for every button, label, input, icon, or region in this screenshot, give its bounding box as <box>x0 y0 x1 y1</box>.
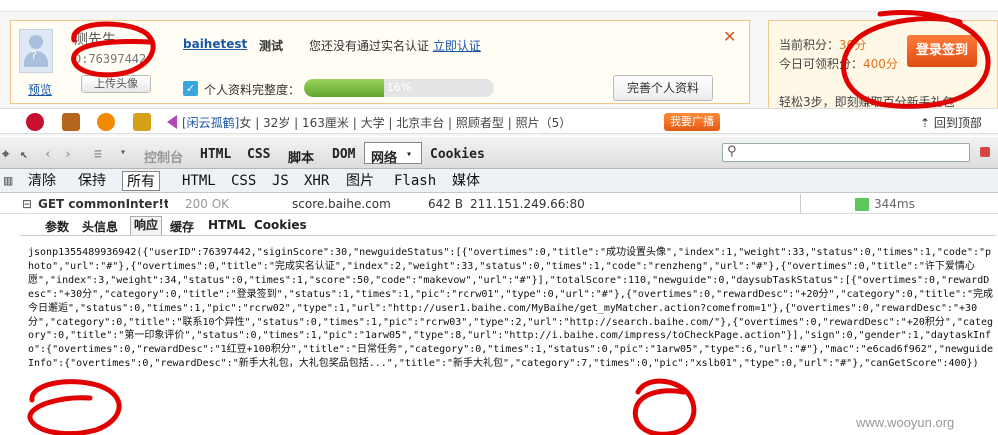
vip-icon[interactable] <box>133 113 151 131</box>
points-panel: 当前积分：30分 今日可领积分：400分 登录签到 轻松3步，即刻赚取百分新手礼… <box>768 20 998 112</box>
prev-arrow-icon[interactable] <box>167 115 177 129</box>
back-icon[interactable]: ‹ <box>44 147 52 162</box>
member-name[interactable]: [闲云孤鹤] <box>182 116 239 130</box>
response-body: jsonp1355489936942({"userID":76397442,"s… <box>20 235 996 435</box>
firebug-panel: ⌖ ↖ ‹ › ≡ ▾ 控制台 HTML CSS 脚本 DOM 网络 ▾ Coo… <box>0 137 998 435</box>
orange-badge-icon[interactable] <box>97 113 115 131</box>
tab-html[interactable]: HTML <box>200 147 231 162</box>
tab-net[interactable]: 网络 <box>371 147 397 166</box>
verify-text: 您还没有通过实名认证 <box>309 39 430 53</box>
tab-script[interactable]: 脚本 <box>288 147 314 166</box>
timing-bar <box>855 198 869 211</box>
forward-icon[interactable]: › <box>64 147 72 162</box>
filter-js[interactable]: JS <box>268 171 293 191</box>
progress-percent: 16% <box>386 81 412 94</box>
tab-console[interactable]: 控制台 <box>144 147 183 166</box>
profile-panel: ? 预览 测先生 D:76397442 上传头像 baihetest 测试 您还… <box>10 20 750 104</box>
member-info: [闲云孤鹤]女 | 32岁 | 163厘米 | 大学 | 北京丰台 | 照顾者型… <box>182 114 571 131</box>
tab-cookies[interactable]: Cookies <box>430 147 485 162</box>
user-type: 测试 <box>259 39 284 53</box>
tab-dom[interactable]: DOM <box>332 147 355 162</box>
today-points-label: 今日可领积分： <box>779 57 864 71</box>
request-time: 344ms <box>874 197 915 211</box>
heart-icon[interactable] <box>26 113 44 131</box>
avatar-head-shape <box>29 35 43 49</box>
completeness-label: 个人资料完整度： <box>204 83 301 97</box>
member-strip: [闲云孤鹤]女 | 32岁 | 163厘米 | 大学 | 北京丰台 | 照顾者型… <box>0 108 998 134</box>
crown-icon[interactable] <box>62 113 80 131</box>
current-points-label: 当前积分： <box>779 38 840 52</box>
filter-clear[interactable]: 清除 <box>24 171 60 191</box>
request-ip: 211.151.249.66:80 <box>470 197 585 211</box>
inspect-icon[interactable]: ⌖ <box>2 147 9 162</box>
minimize-icon[interactable] <box>980 147 990 157</box>
menu-icon[interactable]: ≡ <box>94 147 102 162</box>
filter-persist[interactable]: 保持 <box>74 171 110 191</box>
filter-icon: ▥ <box>4 173 13 189</box>
request-subtabs: 参数 头信息 响应 缓存 HTML Cookies <box>0 215 998 235</box>
request-status: 200 OK <box>185 197 230 211</box>
net-filter-bar: ▥ 清除 保持 所有 HTML CSS JS XHR 图片 Flash 媒体 <box>0 169 998 193</box>
cursor-icon[interactable]: ↖ <box>20 147 28 162</box>
response-text: jsonp1355489936942({"userID":76397442,"s… <box>28 247 994 370</box>
collapse-icon[interactable]: ⊟ <box>22 197 32 211</box>
subtab-params[interactable]: 参数 <box>45 218 69 235</box>
site-header-area: ? 预览 测先生 D:76397442 上传头像 baihetest 测试 您还… <box>0 0 998 136</box>
subtab-cookies[interactable]: Cookies <box>254 218 307 232</box>
filter-media[interactable]: 媒体 <box>448 171 484 191</box>
subtab-cache[interactable]: 缓存 <box>170 218 194 235</box>
top-nav-strip <box>0 0 998 12</box>
filter-xhr[interactable]: XHR <box>300 171 333 191</box>
request-url: GET commonInter!task <box>38 197 168 211</box>
filter-html[interactable]: HTML <box>178 171 220 191</box>
column-separator <box>800 194 801 214</box>
complete-profile-button[interactable]: 完善个人资料 <box>613 75 713 101</box>
user-id: D:76397442 <box>74 52 147 66</box>
subtab-headers[interactable]: 头信息 <box>82 218 118 235</box>
checkbox-icon: ✓ <box>183 81 198 96</box>
verify-now-link[interactable]: 立即认证 <box>433 39 481 53</box>
subtab-html[interactable]: HTML <box>208 218 246 232</box>
username-link[interactable]: baihetest <box>183 37 247 51</box>
close-icon[interactable]: ✕ <box>723 27 736 46</box>
firebug-toolbar: ⌖ ↖ ‹ › ≡ ▾ 控制台 HTML CSS 脚本 DOM 网络 ▾ Coo… <box>0 137 998 169</box>
broadcast-button[interactable]: 我要广播 <box>664 113 720 131</box>
request-row[interactable]: ⊟ GET commonInter!task 200 OK score.baih… <box>0 194 998 214</box>
nickname: 测先生 <box>74 32 116 48</box>
current-points-value: 30分 <box>839 38 867 52</box>
verify-message: 您还没有通过实名认证 立即认证 <box>309 37 481 54</box>
member-details: 女 | 32岁 | 163厘米 | 大学 | 北京丰台 | 照顾者型 | 照片（… <box>239 116 572 130</box>
filter-flash[interactable]: Flash <box>390 171 440 191</box>
back-top-icon: ⇡ <box>920 116 934 130</box>
avatar-placeholder-icon: ? <box>31 49 37 62</box>
completeness-progress: 16% <box>304 79 494 97</box>
avatar[interactable]: ? <box>19 29 53 73</box>
current-points: 当前积分：30分 <box>779 36 866 53</box>
search-input[interactable]: ⚲ <box>722 143 970 162</box>
back-top-label: 回到顶部 <box>933 116 982 130</box>
request-size: 642 B <box>428 197 463 211</box>
upload-avatar-button[interactable]: 上传头像 <box>81 75 151 93</box>
back-to-top-link[interactable]: ⇡ 回到顶部 <box>920 114 982 131</box>
request-domain: score.baihe.com <box>292 197 391 211</box>
today-points: 今日可领积分：400分 <box>779 55 898 72</box>
tab-css[interactable]: CSS <box>247 147 270 162</box>
search-icon: ⚲ <box>727 144 737 159</box>
preview-link[interactable]: 预览 <box>28 81 52 98</box>
dropdown-icon[interactable]: ▾ <box>120 147 126 158</box>
filter-all[interactable]: 所有 <box>122 171 160 191</box>
filter-images[interactable]: 图片 <box>342 171 378 191</box>
today-points-value: 400分 <box>863 57 898 71</box>
subtab-response[interactable]: 响应 <box>130 216 163 235</box>
watermark: www.wooyun.org <box>856 415 955 430</box>
filter-css[interactable]: CSS <box>227 171 260 191</box>
net-dropdown-icon[interactable]: ▾ <box>406 149 412 160</box>
signin-button[interactable]: 登录签到 <box>907 35 977 67</box>
